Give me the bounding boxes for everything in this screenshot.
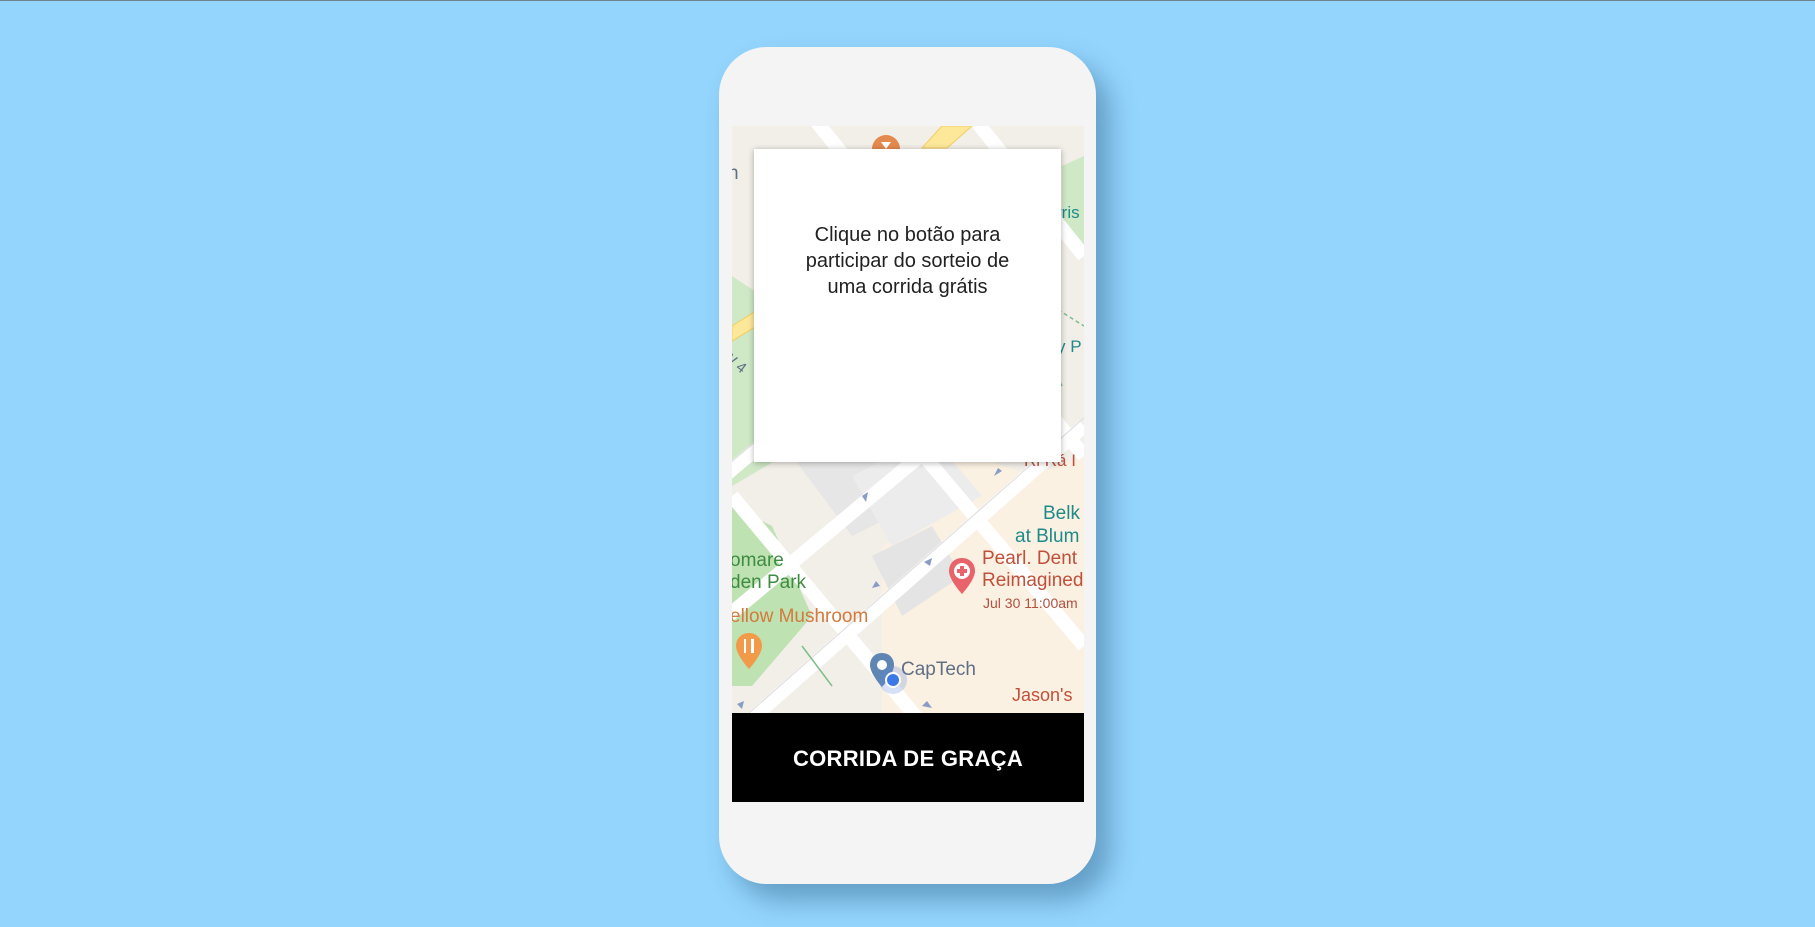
map-label-pearl-line2: Reimagined	[982, 570, 1084, 591]
map-label-pearl-date: Jul 30 11:00am	[983, 595, 1078, 611]
map-label-park-line2: den Park	[732, 572, 807, 593]
current-location-dot-icon	[879, 666, 907, 694]
free-ride-button[interactable]: CORRIDA DE GRAÇA	[732, 713, 1084, 802]
map-label-belk: Belk	[1043, 503, 1080, 524]
hospital-pin-icon[interactable]	[947, 556, 977, 596]
promo-popup: Clique no botão para participar do sorte…	[754, 149, 1061, 462]
restaurant-pin-icon[interactable]	[734, 631, 764, 671]
popup-message: Clique no botão para participar do sorte…	[805, 223, 1010, 298]
page-background: n rris y P W 4 Ri Rá I Belk at Blum omar…	[0, 0, 1815, 927]
phone-frame: n rris y P W 4 Ri Rá I Belk at Blum omar…	[719, 47, 1096, 884]
map-label-pearl-line1: Pearl. Dent	[982, 548, 1078, 569]
map-view[interactable]: n rris y P W 4 Ri Rá I Belk at Blum omar…	[732, 126, 1084, 716]
map-label-jasons: Jason's	[1012, 685, 1073, 705]
map-label-park-line1: omare	[732, 550, 784, 571]
map-label-at-blum: at Blum	[1015, 526, 1080, 547]
map-label-mushroom: ellow Mushroom	[732, 606, 869, 627]
map-label-captech: CapTech	[901, 659, 976, 680]
map-label-cut-top-left: n	[732, 163, 739, 184]
phone-screen: n rris y P W 4 Ri Rá I Belk at Blum omar…	[732, 126, 1084, 802]
